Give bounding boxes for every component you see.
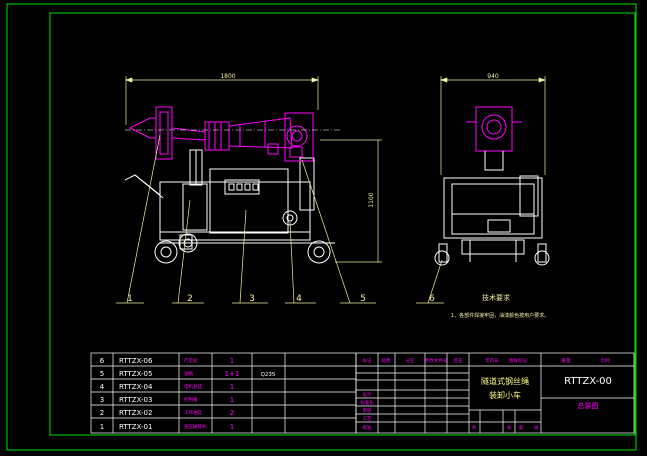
title-block: 标记 处数 分区 更改文件号 签名 年月日 图样标记 重量 比例 设计 标准化 … bbox=[360, 357, 610, 431]
table-row: 5 RTTZX-05 油箱 1+1 Q235 bbox=[100, 370, 276, 378]
part-code: RTTZX-04 bbox=[119, 383, 153, 391]
tb-header-right: 重量 bbox=[562, 357, 571, 364]
balloon-6: 6 bbox=[429, 294, 435, 304]
tb-sign-label: 批准 bbox=[363, 424, 372, 431]
part-no: 1 bbox=[100, 423, 104, 431]
part-code: RTTZX-02 bbox=[119, 409, 152, 417]
tb-header: 分区 bbox=[406, 357, 415, 364]
drawing-code: RTTZX-00 bbox=[564, 376, 612, 387]
tb-header: 处数 bbox=[382, 357, 391, 364]
table-row: 6 RTTZX-06 行走轮 1 bbox=[100, 357, 234, 365]
part-qty: 2 bbox=[230, 409, 234, 417]
part-qty: 1 bbox=[230, 357, 234, 365]
tb-sheet-label: 共 bbox=[472, 424, 477, 431]
tb-sheet-label: 第 bbox=[519, 424, 524, 431]
parts-table: 6 RTTZX-06 行走轮 1 5 RTTZX-05 油箱 1+1 Q235 … bbox=[100, 357, 276, 431]
tb-header: 标记 bbox=[363, 357, 372, 364]
tb-header: 签名 bbox=[454, 357, 463, 364]
part-qty: 1 bbox=[230, 423, 234, 431]
cad-drawing-canvas: 1800 1100 940 1 2 3 4 5 6 技术要求 1、各部件焊接牢固… bbox=[6, 3, 637, 451]
part-qty: 1 bbox=[230, 396, 234, 404]
parts-table-grid bbox=[90, 352, 357, 434]
part-no: 2 bbox=[100, 409, 104, 417]
tb-sign-label: 工艺 bbox=[363, 416, 372, 422]
part-qty: 1 bbox=[230, 383, 234, 391]
dim-front-width: 940 bbox=[487, 73, 499, 80]
front-dimensions bbox=[439, 76, 547, 175]
balloon-2: 2 bbox=[187, 294, 193, 304]
balloon-5: 5 bbox=[360, 294, 366, 304]
part-code: RTTZX-01 bbox=[119, 423, 152, 431]
tb-header-right: 图样标记 bbox=[509, 357, 527, 364]
part-code: RTTZX-03 bbox=[119, 396, 152, 404]
part-no: 6 bbox=[100, 357, 105, 365]
product-name: 隧道式钢丝绳 bbox=[481, 376, 529, 386]
balloon-4: 4 bbox=[296, 294, 302, 304]
tb-sign-label: 设计 bbox=[363, 391, 372, 398]
table-row: 3 RTTZX-03 控制箱 1 bbox=[100, 396, 234, 404]
drawing-type: 总装图 bbox=[578, 401, 599, 410]
part-no: 3 bbox=[100, 396, 104, 404]
dim-side-height: 1100 bbox=[368, 192, 375, 207]
part-qty: 1+1 bbox=[225, 370, 240, 378]
part-name: 工作油缸 bbox=[184, 409, 202, 416]
tb-sheet-label: 张 bbox=[507, 424, 512, 431]
balloon-labels: 1 2 3 4 5 6 bbox=[127, 294, 435, 304]
notes-title: 技术要求 bbox=[482, 293, 510, 302]
part-name: 行走轮 bbox=[184, 357, 198, 364]
balloon-1: 1 bbox=[127, 294, 133, 304]
part-material: Q235 bbox=[261, 372, 276, 378]
part-no: 4 bbox=[100, 383, 105, 391]
tb-sign-label: 审核 bbox=[363, 407, 372, 414]
part-code: RTTZX-06 bbox=[119, 357, 153, 365]
part-name: 液压破碎机 bbox=[184, 423, 207, 430]
balloon-3: 3 bbox=[249, 294, 255, 304]
tb-header: 更改文件号 bbox=[425, 357, 448, 364]
table-row: 4 RTTZX-04 电机总成 1 bbox=[100, 383, 234, 391]
tb-sheet-label: 张 bbox=[534, 424, 539, 431]
table-row: 1 RTTZX-01 液压破碎机 1 bbox=[100, 423, 234, 431]
part-name: 控制箱 bbox=[184, 396, 198, 403]
dim-side-length: 1800 bbox=[220, 73, 235, 80]
tb-header-right: 比例 bbox=[601, 357, 610, 364]
tb-sign-label: 标准化 bbox=[360, 399, 374, 406]
part-code: RTTZX-05 bbox=[119, 370, 152, 378]
part-no: 5 bbox=[100, 370, 104, 378]
balloon-leaders bbox=[116, 134, 444, 304]
tb-header: 年月日 bbox=[485, 357, 499, 364]
product-name-line-2: 装卸小车 bbox=[489, 390, 521, 400]
front-view bbox=[434, 106, 550, 266]
table-row: 2 RTTZX-02 工作油缸 2 bbox=[100, 409, 234, 417]
notes-body: 1、各部件焊接牢固，油漆颜色按用户要求。 bbox=[451, 312, 549, 319]
part-name: 电机总成 bbox=[184, 383, 202, 390]
part-name: 油箱 bbox=[184, 370, 193, 377]
side-view bbox=[124, 106, 340, 264]
